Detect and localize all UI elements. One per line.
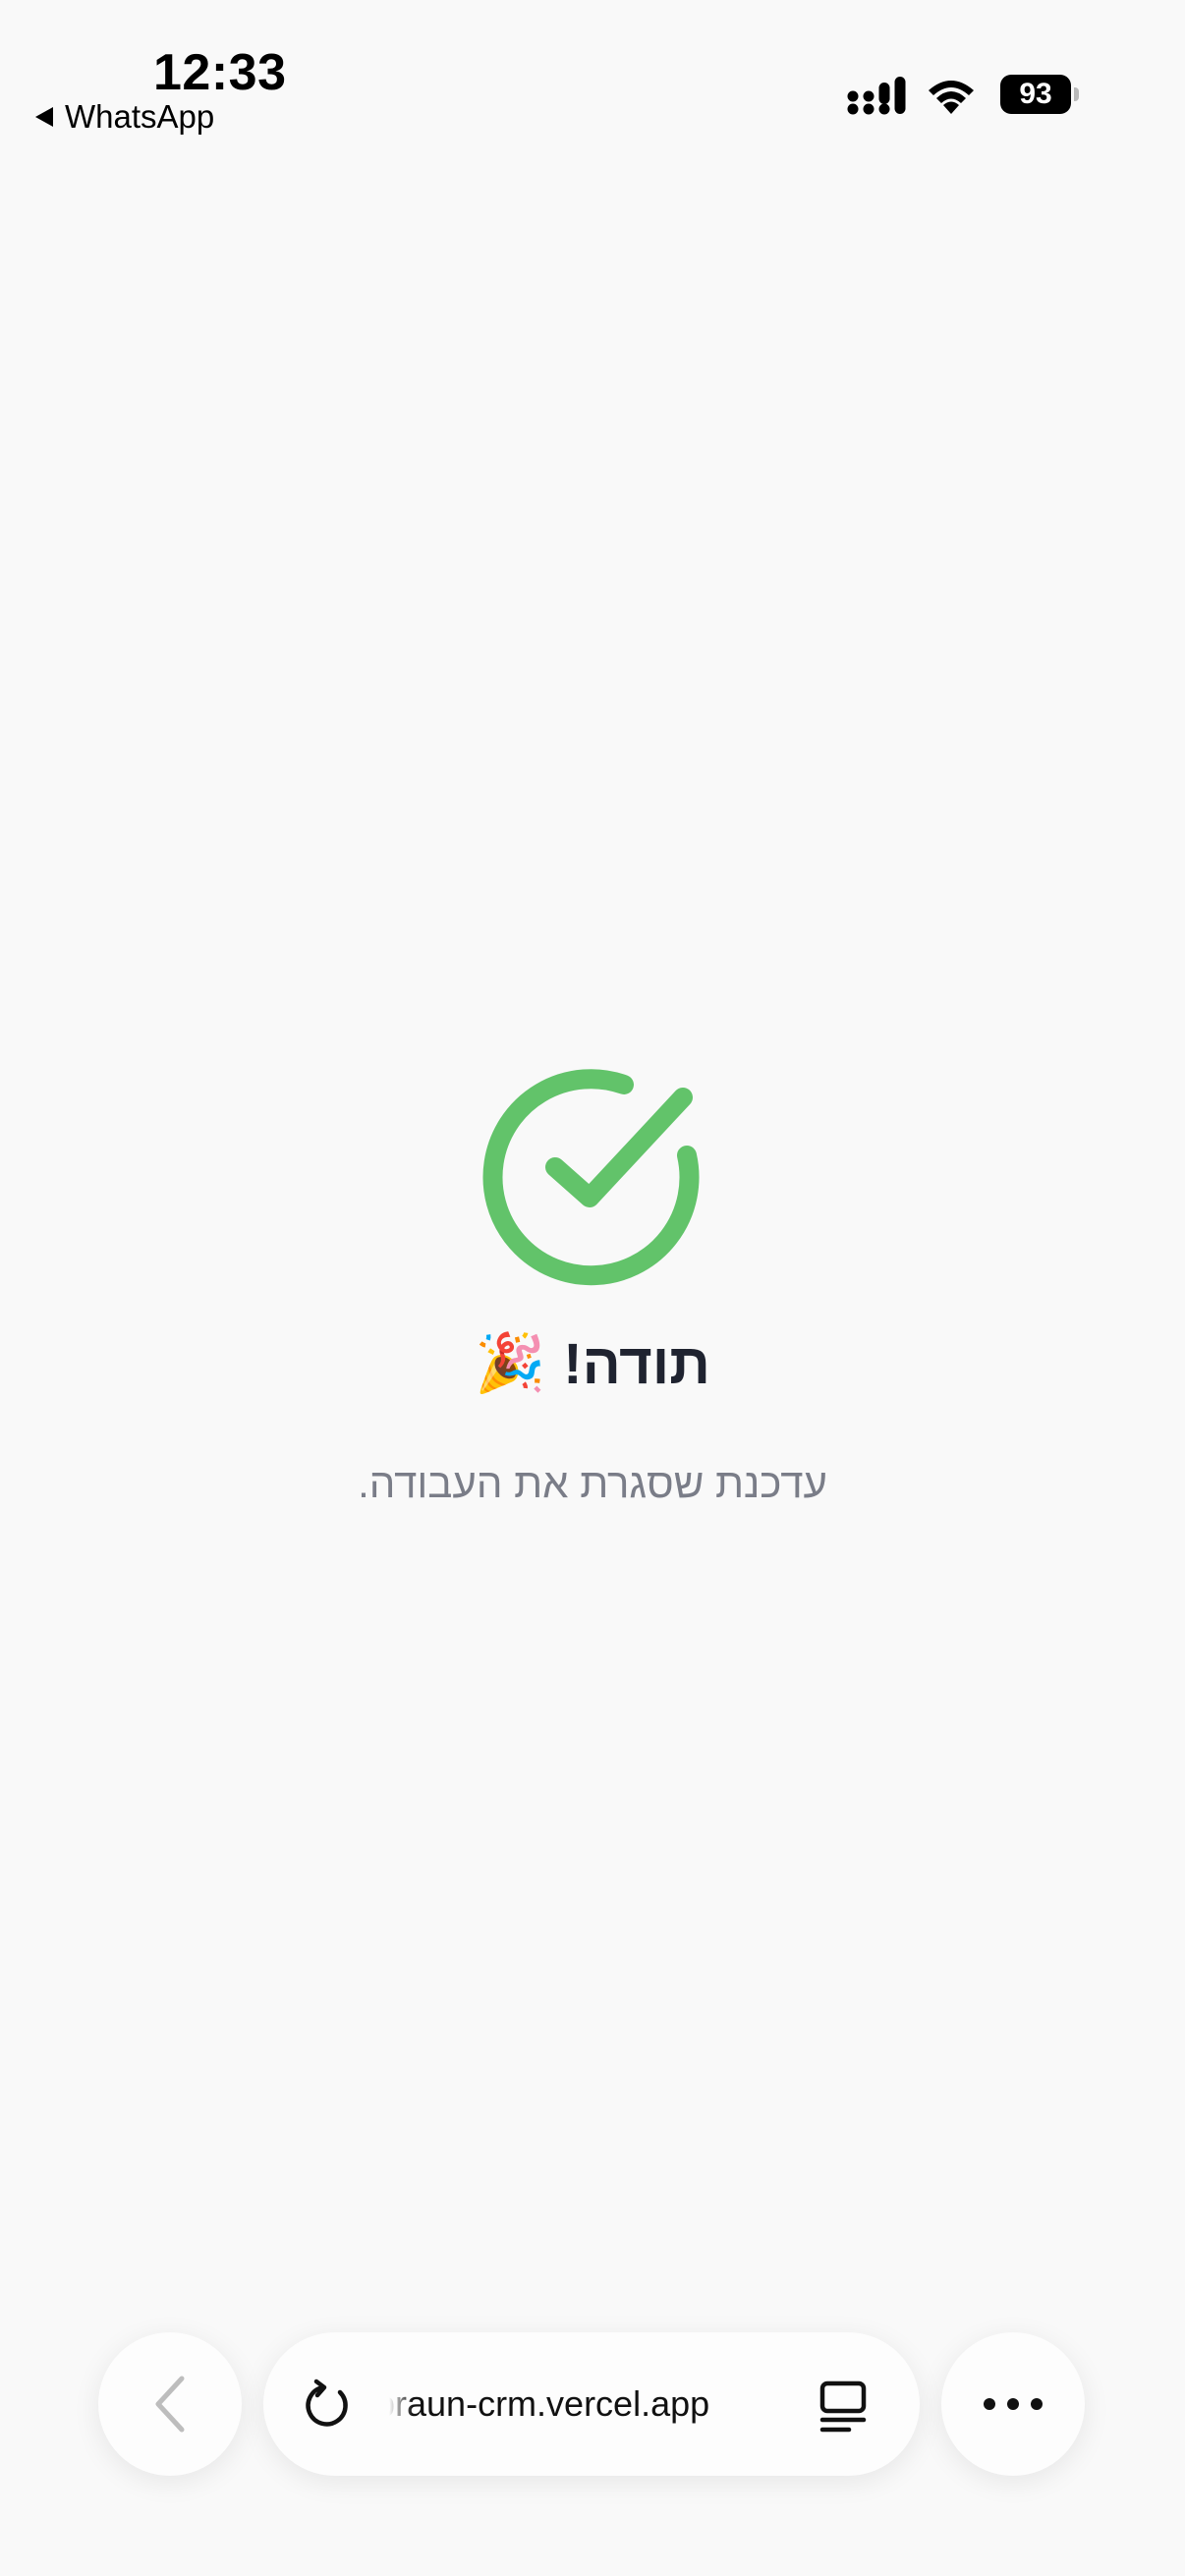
battery-nub [1074,87,1079,101]
back-app-label: WhatsApp [65,98,215,135]
cellular-signal-icon [847,77,906,115]
wifi-icon [929,81,974,114]
reload-icon[interactable] [301,2379,354,2432]
status-time: 12:33 [153,44,287,101]
chevron-left-icon [155,2376,185,2433]
more-options-button[interactable] [941,2332,1085,2476]
confirmation-message: עדכנת שסגרת את העבודה. [358,1460,827,1506]
battery-indicator: 93 [1000,75,1079,114]
address-bar[interactable]: braun-crm.vercel.app [263,2332,920,2476]
browser-back-button[interactable] [98,2332,242,2476]
party-popper-icon: 🎉 [475,1331,546,1395]
back-triangle-icon [35,107,53,127]
battery-level: 93 [1000,75,1071,114]
more-icon [984,2398,1043,2410]
back-to-app-link[interactable]: WhatsApp [35,98,214,136]
url-text: braun-crm.vercel.app [389,2383,710,2424]
page-title-row: תודה! 🎉 [0,1330,1185,1397]
check-circle-icon [482,1069,700,1286]
page-title: תודה! [563,1331,710,1396]
url-text-container[interactable]: braun-crm.vercel.app [389,2332,782,2476]
reader-mode-icon[interactable] [819,2380,867,2434]
